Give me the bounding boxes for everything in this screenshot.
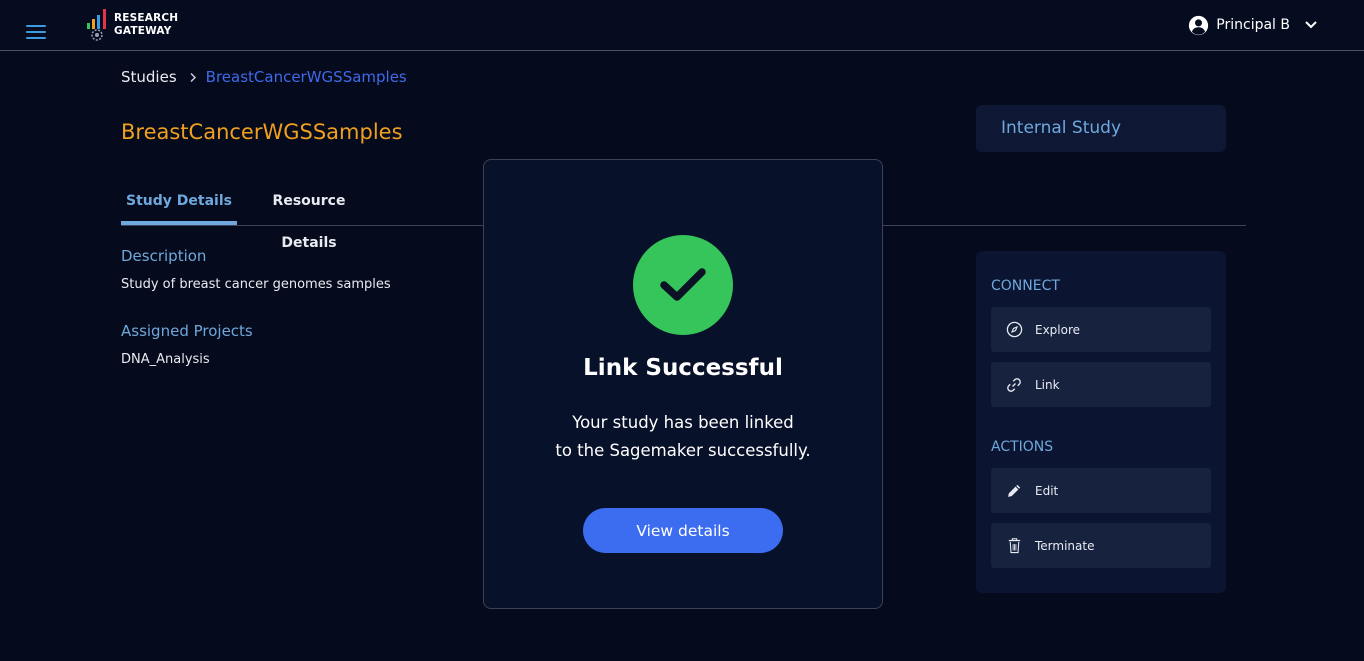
page-title: BreastCancerWGSSamples	[121, 120, 403, 144]
trash-icon	[1005, 537, 1023, 555]
link-success-modal: Link Successful Your study has been link…	[483, 159, 883, 609]
account-circle-icon	[1189, 15, 1209, 35]
logo-bars-icon	[87, 9, 106, 41]
actions-section-label: ACTIONS	[991, 439, 1054, 455]
description-label: Description	[121, 247, 207, 265]
modal-message-line-2: to the Sagemaker successfully.	[555, 441, 811, 460]
user-menu[interactable]: Principal B	[1188, 13, 1318, 37]
explore-label: Explore	[1035, 322, 1081, 337]
breadcrumb-studies[interactable]: Studies	[121, 68, 177, 86]
chevron-down-icon	[1305, 21, 1317, 29]
edit-label: Edit	[1035, 483, 1059, 498]
breadcrumb: Studies BreastCancerWGSSamples	[121, 68, 407, 86]
modal-title: Link Successful	[583, 355, 783, 381]
logo-line-2: GATEWAY	[114, 24, 172, 37]
study-type-badge: Internal Study	[976, 105, 1226, 152]
success-check-icon	[633, 235, 733, 335]
terminate-button[interactable]: Terminate	[991, 523, 1211, 568]
link-button[interactable]: Link	[991, 362, 1211, 407]
user-name: Principal B	[1216, 17, 1290, 33]
menu-icon[interactable]	[26, 25, 46, 39]
assigned-projects-label: Assigned Projects	[121, 322, 253, 340]
modal-message-line-1: Your study has been linked	[572, 413, 794, 432]
explore-button[interactable]: Explore	[991, 307, 1211, 352]
research-gateway-logo[interactable]: RESEARCH GATEWAY	[86, 8, 186, 44]
tab-resource-details[interactable]: Resource Details	[243, 180, 375, 251]
logo-line-1: RESEARCH	[114, 12, 179, 24]
tab-study-details[interactable]: Study Details	[121, 180, 237, 225]
chevron-right-icon	[190, 72, 196, 82]
view-details-button[interactable]: View details	[583, 508, 783, 553]
modal-message: Your study has been linked to the Sagema…	[484, 409, 882, 465]
breadcrumb-current[interactable]: BreastCancerWGSSamples	[206, 68, 407, 86]
connect-section-label: CONNECT	[991, 278, 1060, 294]
edit-button[interactable]: Edit	[991, 468, 1211, 513]
assigned-projects-text: DNA_Analysis	[121, 352, 210, 367]
description-text: Study of breast cancer genomes samples	[121, 277, 391, 292]
logo-text: RESEARCH GATEWAY	[114, 12, 178, 37]
link-label: Link	[1035, 377, 1060, 392]
link-icon	[1005, 376, 1023, 394]
top-bar: RESEARCH GATEWAY Principal B	[0, 0, 1364, 51]
terminate-label: Terminate	[1035, 538, 1095, 553]
pencil-icon	[1005, 482, 1023, 500]
compass-icon	[1005, 321, 1023, 339]
side-panel: CONNECT Explore Link ACTIONS Edit Termin…	[976, 251, 1226, 593]
